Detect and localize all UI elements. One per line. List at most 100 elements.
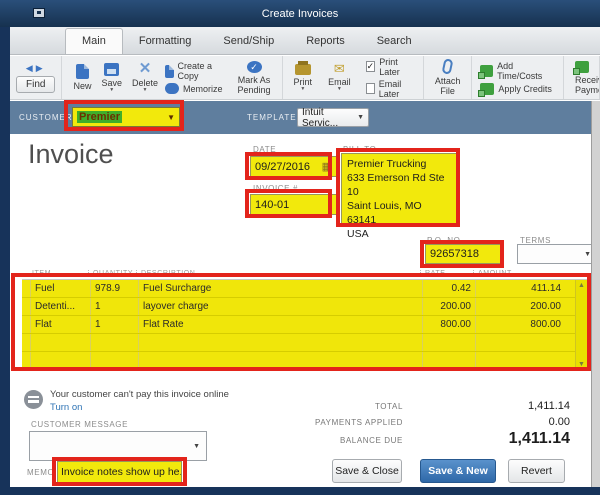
- paperclip-icon: [442, 58, 454, 75]
- save-dropdown-icon[interactable]: ▼: [109, 88, 114, 93]
- email-button[interactable]: ✉ Email ▼: [323, 62, 356, 93]
- po-number-field[interactable]: 92657318: [425, 244, 503, 264]
- email-dropdown-icon[interactable]: ▼: [337, 87, 342, 92]
- total-label: TOTAL: [210, 402, 403, 411]
- memorize-button[interactable]: Memorize: [163, 82, 225, 95]
- table-row[interactable]: Detenti... 1 layover charge 200.00 200.0…: [22, 298, 587, 316]
- scroll-up-icon[interactable]: ▲: [578, 282, 585, 289]
- column-header-amount[interactable]: AMOUNT: [473, 270, 575, 277]
- delete-dropdown-icon[interactable]: ▼: [143, 88, 148, 93]
- customer-job-field[interactable]: Premier ▼: [72, 107, 180, 127]
- payments-applied-value: 0.00: [403, 416, 570, 428]
- print-later-checkbox[interactable]: ✓ Print Later: [364, 56, 417, 78]
- form-vertical-scrollbar[interactable]: [591, 101, 600, 487]
- description-cell[interactable]: Flat Rate: [138, 316, 422, 333]
- tab-formatting[interactable]: Formatting: [123, 29, 208, 54]
- template-dropdown[interactable]: Intuit Servic... ▼: [297, 108, 369, 127]
- create-copy-button[interactable]: Create a Copy: [163, 60, 225, 82]
- credits-group: Add Time/Costs Apply Credits: [472, 56, 564, 99]
- customer-job-dropdown-icon[interactable]: ▼: [167, 113, 175, 122]
- receive-payments-button[interactable]: Receive Payments: [570, 60, 600, 96]
- customer-message-dropdown-icon[interactable]: ▼: [193, 443, 200, 450]
- create-invoices-window: Create Invoices Main Formatting Send/Shi…: [0, 0, 600, 495]
- memo-field[interactable]: Invoice notes show up he...: [57, 461, 182, 483]
- save-and-close-button[interactable]: Save & Close: [332, 459, 402, 483]
- invoice-number-field[interactable]: 140-01: [250, 194, 337, 215]
- window-restore-icon[interactable]: [33, 8, 45, 18]
- amount-cell[interactable]: 411.14: [475, 280, 565, 297]
- main-toolbar: ◀▶ Find New Save ▼ ✕ Delete ▼: [10, 56, 600, 100]
- table-row-empty[interactable]: [22, 352, 587, 370]
- customer-job-band: CUSTOMER:JOB Premier ▼ TEMPLATE Intuit S…: [10, 101, 600, 134]
- tab-send-ship[interactable]: Send/Ship: [207, 29, 290, 54]
- print-dropdown-icon[interactable]: ▼: [300, 87, 305, 92]
- save-button[interactable]: Save ▼: [96, 62, 127, 94]
- scroll-down-icon[interactable]: ▼: [578, 361, 585, 368]
- print-later-checkbox-box[interactable]: ✓: [366, 61, 376, 72]
- column-header-item[interactable]: ITEM: [28, 270, 88, 277]
- quantity-cell[interactable]: 1: [90, 316, 138, 333]
- terms-dropdown[interactable]: ▼: [517, 244, 596, 264]
- item-cell[interactable]: Detenti...: [30, 298, 90, 315]
- template-value: Intuit Servic...: [302, 107, 357, 129]
- quantity-cell[interactable]: 978.9: [90, 280, 138, 297]
- item-cell[interactable]: Flat: [30, 316, 90, 333]
- memo-value: Invoice notes show up he...: [61, 466, 182, 478]
- date-value: 09/27/2016: [255, 161, 310, 173]
- bill-to-field[interactable]: Premier Trucking 633 Emerson Rd Ste 10 S…: [341, 153, 458, 224]
- description-cell[interactable]: layover charge: [138, 298, 422, 315]
- pending-check-icon: ✓: [247, 61, 262, 73]
- column-header-description[interactable]: DESCRIPTION: [136, 270, 420, 277]
- customer-message-label: CUSTOMER MESSAGE: [31, 420, 128, 429]
- tab-reports[interactable]: Reports: [290, 29, 361, 54]
- invoice-number-value: 140-01: [255, 199, 289, 211]
- table-row-empty[interactable]: [22, 334, 587, 352]
- table-row[interactable]: Fuel 978.9 Fuel Surcharge 0.42 411.14: [22, 280, 587, 298]
- date-field[interactable]: 09/27/2016 ▦: [250, 156, 337, 177]
- add-time-costs-button[interactable]: Add Time/Costs: [478, 60, 557, 82]
- online-payment-notice: Your customer can't pay this invoice onl…: [50, 389, 229, 400]
- delete-button[interactable]: ✕ Delete ▼: [127, 61, 163, 94]
- column-header-rate[interactable]: RATE: [420, 270, 473, 277]
- rate-cell[interactable]: 200.00: [422, 298, 475, 315]
- turn-on-link[interactable]: Turn on: [50, 402, 82, 413]
- history-arrows[interactable]: ◀▶: [26, 63, 46, 74]
- terms-dropdown-icon[interactable]: ▼: [584, 251, 591, 258]
- back-arrow-icon[interactable]: ◀: [26, 63, 36, 73]
- template-dropdown-icon[interactable]: ▼: [357, 114, 364, 121]
- apply-credits-icon: [480, 83, 494, 95]
- invoice-number-label: INVOICE #: [253, 184, 298, 193]
- find-button[interactable]: Find: [16, 76, 55, 93]
- document-actions-group: New Save ▼ ✕ Delete ▼ Create a Copy: [62, 56, 282, 99]
- tab-search[interactable]: Search: [361, 29, 428, 54]
- customer-message-dropdown[interactable]: ▼: [29, 431, 207, 461]
- description-cell[interactable]: Fuel Surcharge: [138, 280, 422, 297]
- item-cell[interactable]: Fuel: [30, 280, 90, 297]
- email-later-checkbox-box[interactable]: [366, 83, 375, 94]
- revert-button[interactable]: Revert: [508, 459, 565, 483]
- forward-arrow-icon[interactable]: ▶: [36, 63, 46, 73]
- column-header-quantity[interactable]: QUANTITY: [88, 270, 136, 277]
- amount-cell[interactable]: 200.00: [475, 298, 565, 315]
- save-and-new-button[interactable]: Save & New: [420, 459, 496, 483]
- template-label: TEMPLATE: [247, 113, 297, 122]
- attach-file-button[interactable]: Attach File: [430, 58, 466, 97]
- copy-document-icon: [165, 65, 174, 78]
- mark-as-pending-button[interactable]: ✓ Mark As Pending: [233, 60, 276, 96]
- tab-main[interactable]: Main: [65, 28, 123, 54]
- window-title: Create Invoices: [262, 8, 338, 20]
- new-button[interactable]: New: [68, 63, 96, 92]
- calendar-icon[interactable]: ▦: [322, 160, 332, 173]
- customer-job-value: Premier: [77, 111, 122, 123]
- amount-cell[interactable]: 800.00: [475, 316, 565, 333]
- bill-to-line-1: Premier Trucking: [347, 157, 452, 171]
- table-scrollbar[interactable]: ▲ ▼: [575, 280, 587, 370]
- email-later-checkbox[interactable]: Email Later: [364, 78, 417, 100]
- apply-credits-button[interactable]: Apply Credits: [478, 82, 557, 96]
- quantity-cell[interactable]: 1: [90, 298, 138, 315]
- find-group: ◀▶ Find: [10, 56, 62, 99]
- rate-cell[interactable]: 0.42: [422, 280, 475, 297]
- print-button[interactable]: Print ▼: [289, 63, 318, 93]
- rate-cell[interactable]: 800.00: [422, 316, 475, 333]
- table-row[interactable]: Flat 1 Flat Rate 800.00 800.00: [22, 316, 587, 334]
